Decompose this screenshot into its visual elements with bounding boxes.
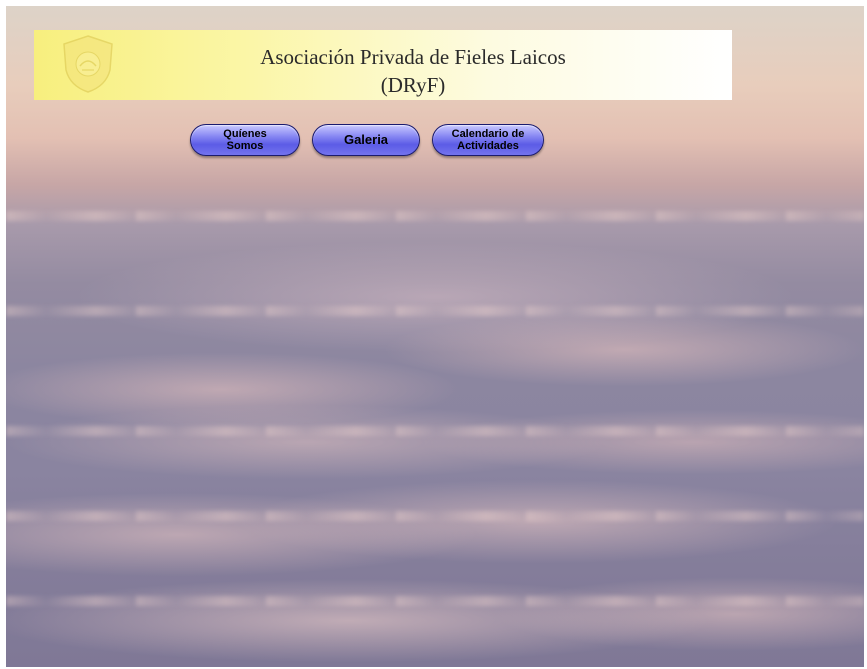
sky-background-image: [6, 6, 864, 667]
nav-button-label-line2: Actividades: [457, 140, 519, 152]
nav-button-label: Galeria: [343, 132, 389, 147]
nav-button-galeria[interactable]: Galeria: [312, 124, 420, 156]
cloud-band: [6, 306, 864, 316]
nav-button-label-line1: Quíenes: [223, 128, 267, 140]
nav-button-label-line2: Somos: [226, 140, 264, 152]
page-title-line1: Asociación Privada de Fieles Laicos: [260, 45, 566, 69]
cloud-band: [6, 596, 864, 606]
cloud-band: [6, 511, 864, 521]
cloud-band: [6, 426, 864, 436]
main-navigation: Quíenes Somos Galeria Calendario de Acti…: [6, 124, 864, 160]
nav-button-calendario-actividades[interactable]: Calendario de Actividades: [432, 124, 544, 156]
page-title-line2: (DRyF): [380, 73, 446, 97]
nav-button-label: Calendario de Actividades: [452, 128, 525, 152]
nav-button-label-line1: Calendario de: [451, 128, 525, 140]
cloud-band: [6, 211, 864, 221]
nav-button-quienes-somos[interactable]: Quíenes Somos: [190, 124, 300, 156]
nav-button-label: Quíenes Somos: [223, 128, 266, 152]
page: Asociación Privada de Fieles Laicos (DRy…: [6, 6, 864, 667]
site-header-banner: Asociación Privada de Fieles Laicos (DRy…: [34, 30, 732, 100]
